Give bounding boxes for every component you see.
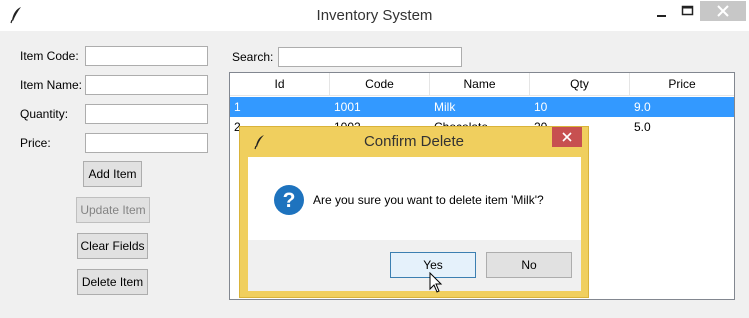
price-input[interactable] [85, 133, 208, 153]
delete-item-button[interactable]: Delete Item [77, 269, 148, 295]
cell-qty: 10 [534, 100, 548, 114]
quantity-label: Quantity: [20, 107, 69, 121]
window-close-button[interactable] [700, 1, 746, 21]
minimize-icon[interactable] [654, 4, 670, 20]
question-icon: ? [274, 185, 304, 215]
cell-id: 1 [234, 100, 241, 114]
window-title: Inventory System [316, 7, 433, 24]
dialog-title: Confirm Delete [363, 133, 465, 150]
maximize-icon[interactable] [680, 4, 696, 20]
close-icon [717, 5, 729, 17]
search-label: Search: [232, 50, 274, 64]
cell-price: 5.0 [634, 120, 651, 134]
column-header-price[interactable]: Price [630, 73, 734, 96]
title-bar: Inventory System [0, 0, 749, 31]
search-input[interactable] [278, 47, 462, 67]
dialog-close-button[interactable] [552, 127, 582, 147]
cell-code: 1001 [334, 100, 361, 114]
column-header-code[interactable]: Code [330, 73, 430, 96]
confirm-delete-dialog: Confirm Delete ? Are you sure you want t… [239, 126, 589, 298]
dialog-message: Are you sure you want to delete item 'Mi… [313, 193, 544, 207]
dialog-body: ? Are you sure you want to delete item '… [248, 157, 581, 240]
close-icon [562, 132, 572, 142]
item-code-input[interactable] [85, 46, 208, 66]
price-label: Price: [20, 136, 51, 150]
table-row[interactable]: 1 1001 Milk 10 9.0 [230, 97, 734, 117]
item-code-label: Item Code: [20, 49, 79, 63]
cell-name: Milk [434, 100, 456, 114]
column-header-id[interactable]: Id [230, 73, 330, 96]
clear-fields-button[interactable]: Clear Fields [77, 233, 148, 259]
quantity-input[interactable] [85, 104, 208, 124]
mouse-cursor-icon [429, 272, 443, 293]
dialog-button-bar: Yes No [248, 240, 581, 291]
update-item-button[interactable]: Update Item [76, 197, 150, 223]
column-header-name[interactable]: Name [430, 73, 530, 96]
cell-price: 9.0 [634, 100, 651, 114]
svg-text:?: ? [283, 189, 296, 212]
item-name-input[interactable] [85, 75, 208, 95]
column-header-qty[interactable]: Qty [530, 73, 630, 96]
no-button[interactable]: No [486, 252, 572, 278]
item-name-label: Item Name: [20, 78, 83, 92]
add-item-button[interactable]: Add Item [83, 161, 142, 187]
